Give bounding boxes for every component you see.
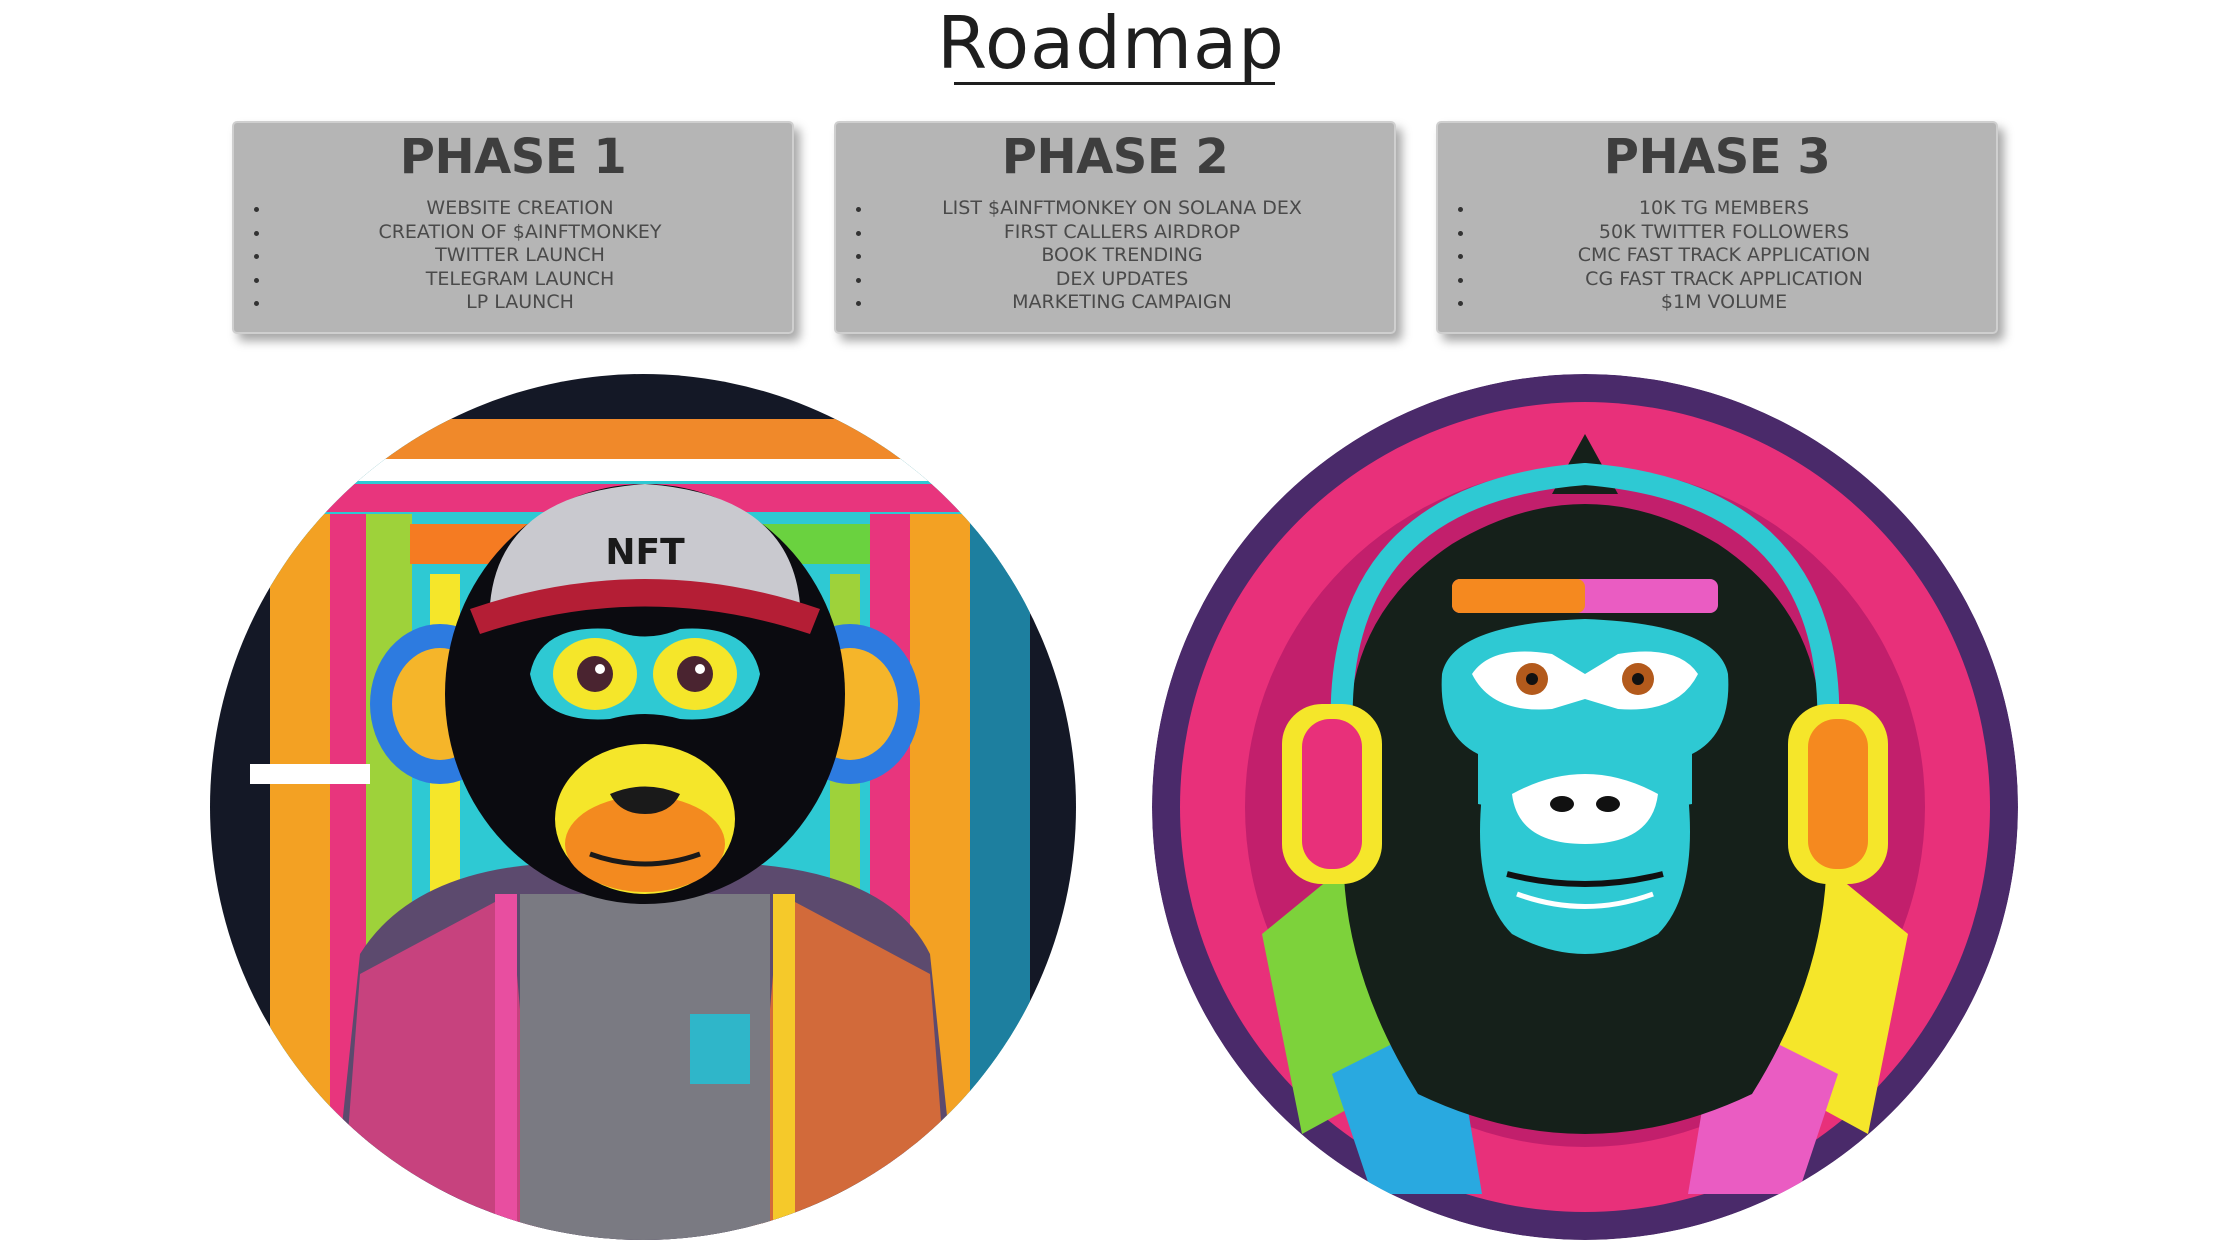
bullet-icon xyxy=(1458,230,1463,236)
phase-list: WEBSITE CREATION CREATION OF $AINFTMONKE… xyxy=(234,197,792,315)
phase-card-2: PHASE 2 LIST $AINFTMONKEY ON SOLANA DEX … xyxy=(834,121,1396,334)
list-item: LP LAUNCH xyxy=(234,291,792,315)
bullet-icon xyxy=(856,277,861,283)
phase-title: PHASE 2 xyxy=(1001,129,1229,185)
list-item-text: LP LAUNCH xyxy=(466,291,574,313)
list-item-text: BOOK TRENDING xyxy=(1041,244,1203,266)
bullet-icon xyxy=(254,277,259,283)
list-item-text: MARKETING CAMPAIGN xyxy=(1012,291,1232,313)
bullet-icon xyxy=(1458,277,1463,283)
list-item: FIRST CALLERS AIRDROP xyxy=(836,221,1394,245)
title-underline xyxy=(954,82,1275,85)
monkey-headphones-illustration xyxy=(1152,374,2018,1240)
list-item: CMC FAST TRACK APPLICATION xyxy=(1438,244,1996,268)
list-item: DEX UPDATES xyxy=(836,268,1394,292)
list-item: WEBSITE CREATION xyxy=(234,197,792,221)
page-title: Roadmap xyxy=(937,1,1285,85)
bullet-icon xyxy=(254,207,259,212)
list-item-text: $1M VOLUME xyxy=(1660,291,1788,313)
list-item-text: 10K TG MEMBERS xyxy=(1638,197,1810,219)
list-item-text: CG FAST TRACK APPLICATION xyxy=(1585,267,1863,290)
phase-list: 10K TG MEMBERS 50K TWITTER FOLLOWERS CMC… xyxy=(1438,197,1996,315)
list-item-text: WEBSITE CREATION xyxy=(426,197,614,219)
phase-title: PHASE 3 xyxy=(1603,129,1831,185)
bullet-icon xyxy=(254,230,259,236)
list-item-text: 50K TWITTER FOLLOWERS xyxy=(1598,220,1850,243)
list-item: CREATION OF $AINFTMONKEY xyxy=(234,221,792,245)
list-item: TWITTER LAUNCH xyxy=(234,244,792,268)
list-item-text: FIRST CALLERS AIRDROP xyxy=(1003,220,1241,243)
bullet-icon xyxy=(254,301,259,306)
list-item: MARKETING CAMPAIGN xyxy=(836,291,1394,315)
list-item-text: TELEGRAM LAUNCH xyxy=(425,267,615,290)
list-item: CG FAST TRACK APPLICATION xyxy=(1438,268,1996,292)
cap-text: NFT xyxy=(605,532,685,573)
bullet-icon xyxy=(1458,301,1463,306)
list-item-text: LIST $AINFTMONKEY ON SOLANA DEX xyxy=(942,197,1302,219)
list-item: 50K TWITTER FOLLOWERS xyxy=(1438,221,1996,245)
list-item: $1M VOLUME xyxy=(1438,291,1996,315)
bullet-icon xyxy=(856,254,861,259)
roadmap-section: Roadmap PHASE 1 WEBSITE CREATION CREATIO… xyxy=(0,0,2222,1247)
phase-card-3: PHASE 3 10K TG MEMBERS 50K TWITTER FOLLO… xyxy=(1436,121,1998,334)
list-item: BOOK TRENDING xyxy=(836,244,1394,268)
phase-list: LIST $AINFTMONKEY ON SOLANA DEX FIRST CA… xyxy=(836,197,1394,315)
bullet-icon xyxy=(1458,207,1463,212)
bullet-icon xyxy=(856,301,861,306)
monkey-with-headphones-icon xyxy=(1152,374,2018,1240)
bullet-icon xyxy=(856,230,861,236)
list-item-text: CREATION OF $AINFTMONKEY xyxy=(378,220,662,243)
monkey-with-nft-cap-icon: NFT xyxy=(210,374,1076,1240)
bullet-icon xyxy=(1458,254,1463,259)
list-item-text: TWITTER LAUNCH xyxy=(435,244,605,266)
list-item: LIST $AINFTMONKEY ON SOLANA DEX xyxy=(836,197,1394,221)
list-item: TELEGRAM LAUNCH xyxy=(234,268,792,292)
monkey-cap-illustration: NFT xyxy=(210,374,1076,1240)
bullet-icon xyxy=(254,254,259,259)
bullet-icon xyxy=(856,207,861,212)
list-item-text: CMC FAST TRACK APPLICATION xyxy=(1577,244,1871,266)
list-item-text: DEX UPDATES xyxy=(1055,267,1189,290)
phase-title: PHASE 1 xyxy=(399,129,627,185)
list-item: 10K TG MEMBERS xyxy=(1438,197,1996,221)
phase-card-1: PHASE 1 WEBSITE CREATION CREATION OF $AI… xyxy=(232,121,794,334)
